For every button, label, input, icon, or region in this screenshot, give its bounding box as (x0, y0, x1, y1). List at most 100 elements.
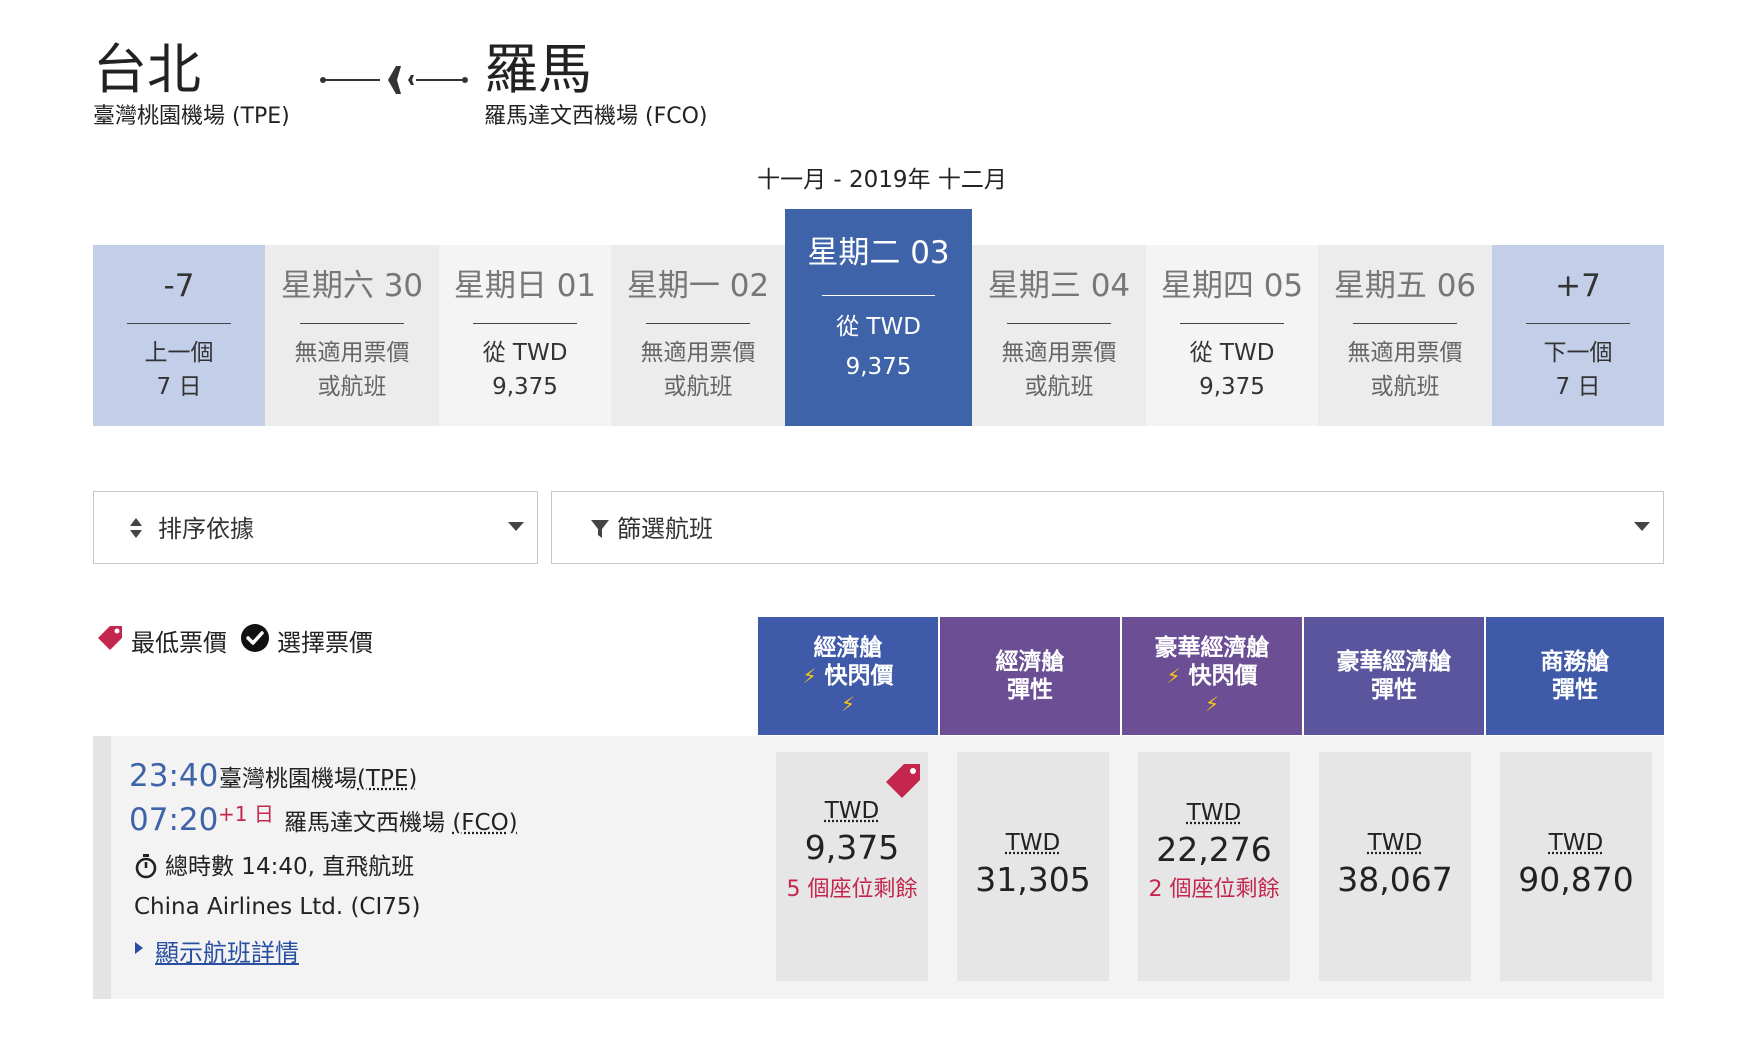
date-cell-line1: 無適用票價 (640, 340, 756, 366)
date-cell-day: 星期三 04 (987, 268, 1131, 304)
divider (127, 323, 231, 324)
origin-city: 台北 (93, 38, 201, 101)
month-range-label: 十一月 - 2019年 十二月 (757, 167, 1007, 193)
fare-header-economy-flash[interactable]: 經濟艙 ⚡ 快閃價 ⚡ (758, 617, 938, 735)
prev-week-line2: 7 日 (156, 374, 202, 400)
fare-amount: 22,276 (1156, 830, 1272, 869)
fare-header-premium-flex[interactable]: 豪華經濟艙 彈性 (1304, 617, 1484, 735)
next-week-label: +7 (1555, 268, 1601, 304)
fare-header-line2: 快閃價 (824, 663, 894, 689)
date-cell-sat-30[interactable]: 星期六 30 無適用票價 或航班 (265, 245, 439, 426)
fare-currency: TWD (1005, 830, 1061, 856)
sort-dropdown[interactable]: 排序依據 (93, 491, 538, 564)
legend-selected-label: 選擇票價 (277, 629, 373, 657)
next-week-line1: 下一個 (1543, 340, 1613, 366)
fare-header-line2: 彈性 (1552, 677, 1598, 703)
origin-airport: 臺灣桃園機場 (TPE) (93, 104, 290, 129)
fare-header-economy-flex[interactable]: 經濟艙 彈性 (940, 617, 1120, 735)
flight-duration: 總時數 14:40, 直飛航班 (165, 854, 415, 880)
divider (1006, 323, 1112, 324)
fare-header-premium-flash[interactable]: 豪華經濟艙 ⚡ 快閃價 ⚡ (1122, 617, 1302, 735)
prev-week-label: -7 (163, 268, 195, 304)
filter-label: 篩選航班 (617, 515, 713, 543)
date-cell-sun-01[interactable]: 星期日 01 從 TWD 9,375 (439, 245, 611, 426)
funnel-icon (591, 520, 609, 538)
arrive-airport: 羅馬達文西機場 (FCO) (284, 808, 518, 838)
chevron-down-icon (1634, 522, 1650, 531)
divider (1180, 323, 1284, 324)
price-tag-icon (886, 764, 920, 798)
date-strip: -7 上一個 7 日 星期六 30 無適用票價 或航班 星期日 01 從 TWD… (93, 209, 1664, 426)
lightning-icon: ⚡ (1166, 664, 1181, 688)
fare-card-premium-flex[interactable]: TWD 38,067 (1319, 752, 1471, 981)
fare-header-line1: 豪華經濟艙 (1336, 649, 1452, 675)
fare-header-line2: 彈性 (1371, 677, 1417, 703)
date-cell-line2: 或航班 (1370, 374, 1440, 400)
fare-currency: TWD (1367, 830, 1423, 856)
divider (822, 295, 935, 296)
filter-dropdown[interactable]: 篩選航班 (551, 491, 1664, 564)
date-cell-day: 星期六 30 (280, 268, 424, 304)
date-cell-line1: 從 TWD (836, 314, 921, 340)
date-cell-line2: 或航班 (1024, 374, 1094, 400)
date-cell-day: 星期五 06 (1333, 268, 1477, 304)
fare-header-line1: 豪華經濟艙 (1154, 635, 1270, 661)
fare-card-premium-flash[interactable]: TWD 22,276 2 個座位剩餘 (1138, 752, 1290, 981)
depart-airport: 臺灣桃園機場(TPE) (219, 764, 417, 794)
date-cell-line1: 無適用票價 (1001, 340, 1117, 366)
fare-header-line2: 快閃價 (1188, 663, 1258, 689)
caret-right-icon (135, 942, 143, 954)
prev-week-button[interactable]: -7 上一個 7 日 (93, 245, 265, 426)
destination-city: 羅馬 (484, 38, 592, 101)
fare-currency: TWD (1548, 830, 1604, 856)
row-accent (93, 736, 111, 999)
price-tag-icon (98, 626, 122, 650)
next-week-button[interactable]: +7 下一個 7 日 (1492, 245, 1664, 426)
date-cell-line1: 無適用票價 (1347, 340, 1463, 366)
fare-currency: TWD (1186, 800, 1242, 826)
date-cell-line1: 從 TWD (482, 340, 568, 366)
sort-arrows-icon (130, 518, 142, 538)
date-cell-line2: 或航班 (663, 374, 733, 400)
plus-day-badge: +1 日 (218, 802, 274, 826)
date-cell-wed-04[interactable]: 星期三 04 無適用票價 或航班 (972, 245, 1146, 426)
fare-amount: 9,375 (804, 828, 900, 867)
date-cell-tue-03-selected[interactable]: 星期二 03 從 TWD 9,375 (785, 209, 972, 426)
fare-amount: 38,067 (1337, 860, 1453, 899)
prev-week-line1: 上一個 (144, 340, 214, 366)
divider (299, 323, 405, 324)
divider (645, 323, 751, 324)
date-cell-day: 星期日 01 (453, 268, 597, 304)
destination-airport: 羅馬達文西機場 (FCO) (484, 104, 708, 129)
date-cell-fri-06[interactable]: 星期五 06 無適用票價 或航班 (1318, 245, 1492, 426)
fare-header-line1: 經濟艙 (995, 649, 1065, 675)
arrive-airport-code[interactable]: (FCO) (452, 810, 517, 836)
depart-airport-code[interactable]: (TPE) (357, 766, 417, 792)
date-cell-line1: 從 TWD (1189, 340, 1275, 366)
date-cell-day: 星期四 05 (1160, 268, 1304, 304)
fare-amount: 31,305 (975, 860, 1091, 899)
date-cell-mon-02[interactable]: 星期一 02 無適用票價 或航班 (611, 245, 785, 426)
fare-header-line1: 經濟艙 (813, 635, 883, 661)
date-cell-line1: 無適用票價 (294, 340, 410, 366)
lightning-icon: ⚡ (802, 664, 817, 688)
divider (1526, 323, 1630, 324)
date-cell-line2: 或航班 (317, 374, 387, 400)
check-circle-icon (241, 624, 269, 652)
airplane-icon (320, 66, 468, 94)
fare-header-business-flex[interactable]: 商務艙 彈性 (1486, 617, 1664, 735)
fare-card-business-flex[interactable]: TWD 90,870 (1500, 752, 1652, 981)
airline-flight-number: China Airlines Ltd. (CI75) (134, 894, 421, 920)
fare-card-economy-flex[interactable]: TWD 31,305 (957, 752, 1109, 981)
date-cell-thu-05[interactable]: 星期四 05 從 TWD 9,375 (1146, 245, 1318, 426)
date-cell-day: 星期二 03 (807, 235, 950, 271)
next-week-line2: 7 日 (1555, 374, 1601, 400)
seats-remaining: 2 個座位剩餘 (1148, 877, 1280, 902)
stopwatch-icon (135, 854, 157, 879)
legend-lowest-label: 最低票價 (131, 629, 227, 657)
fare-amount: 90,870 (1518, 860, 1634, 899)
show-flight-details-link[interactable]: 顯示航班詳情 (155, 933, 299, 968)
lightning-icon: ⚡ (1204, 692, 1220, 716)
depart-time: 23:40 (129, 758, 219, 794)
date-cell-line2: 9,375 (845, 354, 912, 380)
